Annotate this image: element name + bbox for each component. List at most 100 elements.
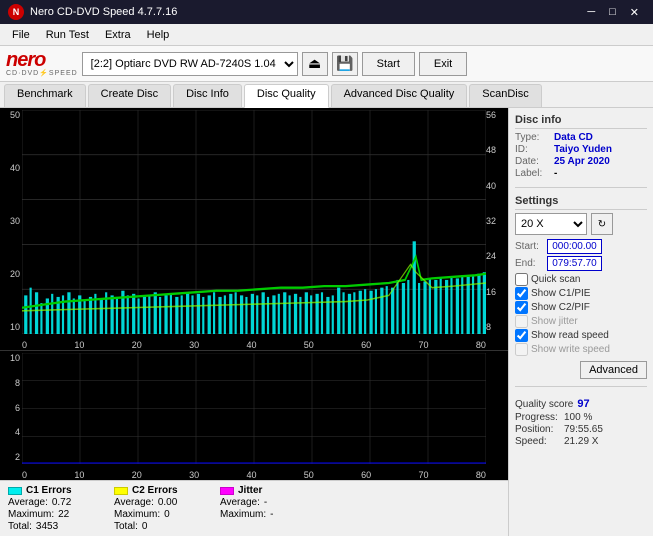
c1-avg-value: 0.72 bbox=[52, 497, 71, 508]
y1r-label-32: 32 bbox=[486, 216, 508, 226]
tab-create-disc[interactable]: Create Disc bbox=[88, 84, 171, 107]
x1-10: 10 bbox=[74, 340, 84, 350]
close-button[interactable]: ✕ bbox=[624, 4, 645, 21]
jitter-avg-label: Average: bbox=[220, 497, 260, 508]
date-value: 25 Apr 2020 bbox=[554, 156, 610, 167]
show-c2pif-row: Show C2/PIF bbox=[515, 301, 647, 314]
y2-label-10: 10 bbox=[0, 353, 22, 363]
exit-button[interactable]: Exit bbox=[419, 52, 467, 76]
menu-help[interactable]: Help bbox=[139, 27, 178, 43]
minimize-button[interactable]: ─ bbox=[581, 4, 601, 21]
c2-total-label: Total: bbox=[114, 521, 138, 532]
show-write-speed-checkbox[interactable] bbox=[515, 343, 528, 356]
menu-extra[interactable]: Extra bbox=[97, 27, 139, 43]
x2-60: 60 bbox=[361, 470, 371, 480]
tab-advanced-disc-quality[interactable]: Advanced Disc Quality bbox=[331, 84, 468, 107]
maximize-button[interactable]: □ bbox=[603, 4, 622, 21]
show-jitter-label: Show jitter bbox=[531, 316, 578, 327]
c1-max-value: 22 bbox=[58, 509, 69, 520]
end-label: End: bbox=[515, 258, 543, 269]
tab-disc-quality[interactable]: Disc Quality bbox=[244, 84, 329, 108]
x1-70: 70 bbox=[419, 340, 429, 350]
eject-button[interactable]: ⏏ bbox=[302, 52, 328, 76]
save-button[interactable]: 💾 bbox=[332, 52, 358, 76]
jitter-max-value: - bbox=[270, 509, 273, 520]
c2-total-value: 0 bbox=[142, 521, 148, 532]
c1-chart-svg bbox=[22, 110, 486, 334]
y2-label-4: 4 bbox=[0, 427, 22, 437]
show-c1pie-row: Show C1/PIE bbox=[515, 287, 647, 300]
tab-benchmark[interactable]: Benchmark bbox=[4, 84, 86, 107]
show-c2pif-label: Show C2/PIF bbox=[531, 302, 590, 313]
menu-file[interactable]: File bbox=[4, 27, 38, 43]
show-jitter-checkbox[interactable] bbox=[515, 315, 528, 328]
c1-legend-color bbox=[8, 487, 22, 495]
type-label: Type: bbox=[515, 132, 550, 143]
x2-70: 70 bbox=[419, 470, 429, 480]
x2-50: 50 bbox=[304, 470, 314, 480]
end-value: 079:57.70 bbox=[547, 256, 602, 271]
tab-disc-info[interactable]: Disc Info bbox=[173, 84, 242, 107]
x1-50: 50 bbox=[304, 340, 314, 350]
start-value: 000:00.00 bbox=[547, 239, 602, 254]
menu-bar: File Run Test Extra Help bbox=[0, 24, 653, 46]
drive-select[interactable]: [2:2] Optiarc DVD RW AD-7240S 1.04 bbox=[82, 52, 298, 76]
main-content: 50 40 30 20 10 56 48 40 32 24 16 8 bbox=[0, 108, 653, 536]
c2-stats: C2 Errors Average: 0.00 Maximum: 0 Total… bbox=[114, 485, 204, 532]
show-c1pie-label: Show C1/PIE bbox=[531, 288, 590, 299]
speed-value-quality: 21.29 X bbox=[564, 436, 598, 447]
c1-legend-label: C1 Errors bbox=[26, 485, 72, 496]
quick-scan-checkbox[interactable] bbox=[515, 273, 528, 286]
quality-section: Quality score 97 Progress: 100 % Positio… bbox=[515, 398, 647, 448]
end-time-row: End: 079:57.70 bbox=[515, 256, 647, 271]
menu-run-test[interactable]: Run Test bbox=[38, 27, 97, 43]
title-bar-text: Nero CD-DVD Speed 4.7.7.16 bbox=[30, 6, 177, 18]
start-button[interactable]: Start bbox=[362, 52, 415, 76]
quality-score-value: 97 bbox=[577, 398, 589, 410]
show-read-speed-checkbox[interactable] bbox=[515, 329, 528, 342]
show-c2pif-checkbox[interactable] bbox=[515, 301, 528, 314]
quality-score-label: Quality score bbox=[515, 399, 573, 410]
c1-avg-label: Average: bbox=[8, 497, 48, 508]
disc-info-title: Disc info bbox=[515, 114, 647, 129]
c2-avg-value: 0.00 bbox=[158, 497, 177, 508]
y2-label-2: 2 bbox=[0, 452, 22, 462]
y1r-label-48: 48 bbox=[486, 145, 508, 155]
label-label: Label: bbox=[515, 168, 550, 179]
y1-label-50: 50 bbox=[0, 110, 22, 120]
advanced-button[interactable]: Advanced bbox=[580, 361, 647, 379]
y1r-label-16: 16 bbox=[486, 287, 508, 297]
divider-2 bbox=[515, 386, 647, 387]
c1-max-label: Maximum: bbox=[8, 509, 54, 520]
type-value: Data CD bbox=[554, 132, 593, 143]
x1-20: 20 bbox=[132, 340, 142, 350]
x2-10: 10 bbox=[74, 470, 84, 480]
x2-20: 20 bbox=[132, 470, 142, 480]
x1-80: 80 bbox=[476, 340, 486, 350]
progress-label: Progress: bbox=[515, 412, 560, 423]
jitter-legend-label: Jitter bbox=[238, 485, 262, 496]
tab-scan-disc[interactable]: ScanDisc bbox=[469, 84, 541, 107]
show-read-speed-label: Show read speed bbox=[531, 330, 609, 341]
jitter-avg-value: - bbox=[264, 497, 267, 508]
y1-label-20: 20 bbox=[0, 269, 22, 279]
date-label: Date: bbox=[515, 156, 550, 167]
c2-legend-color bbox=[114, 487, 128, 495]
show-c1pie-checkbox[interactable] bbox=[515, 287, 528, 300]
refresh-button[interactable]: ↻ bbox=[591, 213, 613, 235]
jitter-max-label: Maximum: bbox=[220, 509, 266, 520]
nero-tagline: CD·DVD⚡SPEED bbox=[6, 70, 78, 77]
tabs: Benchmark Create Disc Disc Info Disc Qua… bbox=[0, 82, 653, 108]
label-value: - bbox=[554, 168, 557, 179]
divider-1 bbox=[515, 187, 647, 188]
show-read-speed-row: Show read speed bbox=[515, 329, 647, 342]
speed-select[interactable]: Maximum1 X2 X4 X8 X16 X20 X24 X32 X40 X4… bbox=[515, 213, 587, 235]
right-panel: Disc info Type: Data CD ID: Taiyo Yuden … bbox=[508, 108, 653, 536]
c2-avg-label: Average: bbox=[114, 497, 154, 508]
c1-stats: C1 Errors Average: 0.72 Maximum: 22 Tota… bbox=[8, 485, 98, 532]
start-label: Start: bbox=[515, 241, 543, 252]
show-jitter-row: Show jitter bbox=[515, 315, 647, 328]
show-write-speed-label: Show write speed bbox=[531, 344, 610, 355]
x2-80: 80 bbox=[476, 470, 486, 480]
show-write-speed-row: Show write speed bbox=[515, 343, 647, 356]
